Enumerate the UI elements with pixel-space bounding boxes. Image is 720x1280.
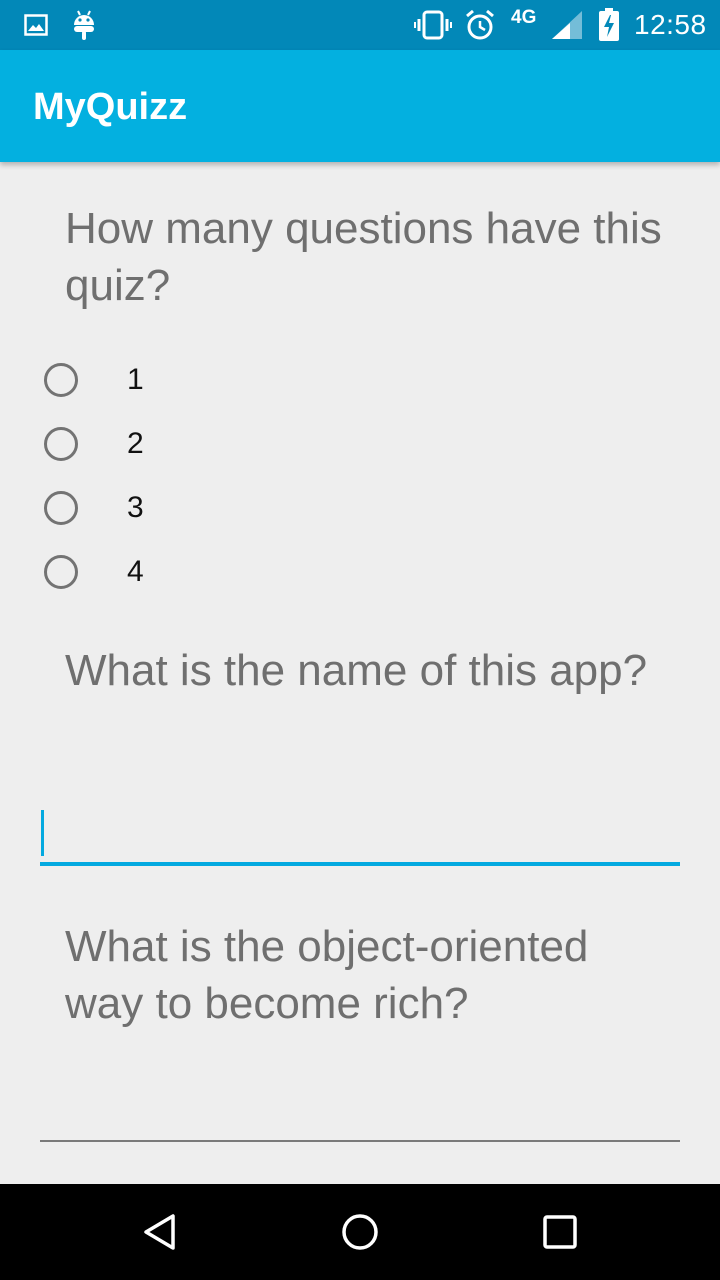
- navigation-bar: [0, 1184, 720, 1280]
- app-title: MyQuizz: [33, 86, 188, 128]
- radio-option-label: 4: [127, 555, 144, 588]
- radio-option-2[interactable]: 2: [44, 424, 144, 464]
- radio-option-3[interactable]: 3: [44, 488, 144, 528]
- back-icon: [144, 1214, 175, 1250]
- radio-option-label: 3: [127, 491, 144, 524]
- text-cursor: [41, 810, 44, 856]
- network-type-label: 4G: [511, 7, 537, 28]
- recents-button[interactable]: [500, 1184, 620, 1280]
- radio-option-label: 2: [127, 427, 144, 460]
- rich-answer-input[interactable]: [40, 1086, 680, 1142]
- status-time: 12:58: [634, 9, 707, 40]
- home-button[interactable]: [300, 1184, 420, 1280]
- question-2-text: What is the name of this app?: [65, 646, 648, 695]
- quiz-content: How many questions have this quiz? 1 2 3…: [0, 162, 720, 1184]
- recents-icon: [543, 1215, 577, 1249]
- radio-button-icon[interactable]: [44, 555, 78, 589]
- radio-button-icon[interactable]: [44, 427, 78, 461]
- radio-option-1[interactable]: 1: [44, 360, 144, 400]
- radio-option-4[interactable]: 4: [44, 552, 144, 592]
- app-bar: MyQuizz: [0, 50, 720, 162]
- app-name-input[interactable]: [40, 810, 680, 866]
- signal-icon: [550, 0, 584, 50]
- radio-option-label: 1: [127, 363, 144, 396]
- question-1-text: How many questions have this quiz?: [65, 204, 662, 310]
- home-icon: [342, 1214, 378, 1250]
- alarm-icon: [464, 0, 496, 50]
- status-bar: 4G 12:58: [0, 0, 720, 50]
- android-notification-icon: [72, 0, 96, 50]
- question-3-text: What is the object-oriented way to becom…: [65, 922, 589, 1028]
- radio-button-icon[interactable]: [44, 491, 78, 525]
- back-button[interactable]: [100, 1184, 220, 1280]
- battery-charging-icon: [598, 0, 620, 50]
- radio-button-icon[interactable]: [44, 363, 78, 397]
- vibrate-icon: [414, 0, 452, 50]
- image-notification-icon: [24, 0, 48, 50]
